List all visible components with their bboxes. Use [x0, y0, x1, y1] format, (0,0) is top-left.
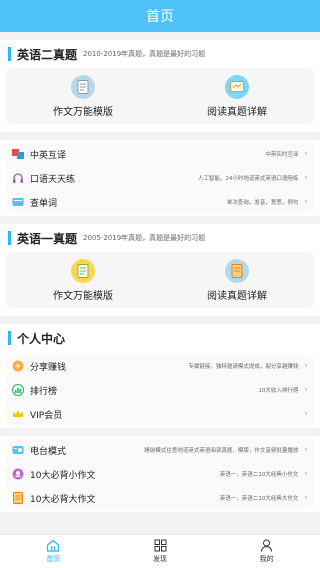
row-label: VIP会员: [30, 410, 63, 421]
reading-icon: [225, 74, 249, 99]
reading-icon: [225, 258, 249, 283]
section-en2-header: 英语二真题 2010-2019年真题，真题是最好的习题: [0, 40, 320, 68]
row-label: 10大必背大作文: [30, 494, 96, 505]
list-item-ranking[interactable]: 排行榜 10大收入排行榜 ›: [6, 378, 314, 402]
card-label: 作文万能模版: [53, 290, 113, 302]
row-desc: 人工智能，24小时地道英式英语口语陪练: [197, 176, 299, 182]
dictionary-icon: [12, 196, 24, 208]
list-item-big-essay[interactable]: 10大必背大作文 英语一，英语二10大经典大作文 ›: [6, 486, 314, 510]
chevron-right-icon: ›: [304, 197, 308, 207]
extras-list: 电台模式 睡前模式住意地道英式英语阅读真题，模版，作文音频批量播放 › 10大必…: [0, 436, 320, 512]
section-en2-subtitle: 2010-2019年真题，真题是最好的习题: [83, 50, 206, 58]
card-en2-essay-template[interactable]: 作文万能模版: [6, 68, 160, 124]
small-essay-icon: [12, 468, 24, 480]
tab-mine[interactable]: 我的: [213, 535, 320, 568]
radio-icon: [12, 444, 24, 456]
row-desc: 英语一，英语二10大经典小作文: [219, 472, 299, 478]
row-desc: 中英实时互译: [265, 152, 299, 158]
chevron-right-icon: ›: [304, 493, 308, 503]
card-en2-reading[interactable]: 阅读真题详解: [160, 68, 314, 124]
bottom-tab-bar: 首页 发现 我的: [0, 534, 320, 568]
list-item-translate[interactable]: 中英互译 中英实时互译 ›: [6, 142, 314, 166]
ranking-icon: [12, 384, 24, 396]
grid-icon: [154, 539, 166, 552]
section-accent-bar: [8, 47, 11, 61]
list-item-small-essay[interactable]: 10大必背小作文 英语一，英语二10大经典小作文 ›: [6, 462, 314, 486]
chevron-right-icon: ›: [304, 361, 308, 371]
tab-label: 首页: [46, 555, 61, 563]
big-essay-icon: [12, 492, 24, 504]
section-en1-subtitle: 2005-2019年真题，真题是最好的习题: [83, 234, 206, 242]
card-label: 作文万能模版: [53, 106, 113, 118]
tab-home[interactable]: 首页: [0, 535, 107, 568]
list-item-speaking[interactable]: 口语天天练 人工智能，24小时地道英式英语口语陪练 ›: [6, 166, 314, 190]
tab-discover[interactable]: 发现: [107, 535, 214, 568]
chevron-right-icon: ›: [304, 445, 308, 455]
tab-label: 我的: [259, 555, 274, 563]
header-bar: 首页: [0, 0, 320, 32]
row-label: 10大必背小作文: [30, 470, 96, 481]
user-icon: [261, 539, 273, 552]
card-label: 阅读真题详解: [207, 106, 267, 118]
tools-list: 中英互译 中英实时互译 › 口语天天练 人工智能，24小时地道英式英语口语陪练 …: [0, 140, 320, 216]
row-label: 中英互译: [30, 150, 67, 161]
row-label: 排行榜: [30, 386, 58, 397]
section-accent-bar: [8, 231, 11, 245]
section-accent-bar: [8, 331, 11, 345]
svg-text:¥: ¥: [16, 363, 21, 371]
row-label: 电台模式: [30, 446, 67, 457]
tab-label: 发现: [153, 555, 167, 563]
home-icon: [47, 539, 60, 552]
chevron-right-icon: ›: [304, 385, 308, 395]
list-item-share-earn[interactable]: ¥ 分享赚钱 专属链接，独特邀请模式提成，裂分享越赚钱 ›: [6, 354, 314, 378]
list-item-radio-mode[interactable]: 电台模式 睡前模式住意地道英式英语阅读真题，模版，作文音频批量播放 ›: [6, 438, 314, 462]
coin-icon: ¥: [12, 360, 24, 372]
row-desc: 英语一，英语二10大经典大作文: [219, 496, 299, 502]
section-en2-title: 英语二真题: [17, 47, 78, 62]
page-title: 首页: [146, 9, 174, 25]
card-en1-reading[interactable]: 阅读真题详解: [160, 252, 314, 308]
personal-list: ¥ 分享赚钱 专属链接，独特邀请模式提成，裂分享越赚钱 › 排行榜 10大收入排…: [0, 352, 320, 428]
row-desc: 睡前模式住意地道英式英语阅读真题，模版，作文音频批量播放: [144, 448, 299, 454]
card-en1-essay-template[interactable]: 作文万能模版: [6, 252, 160, 308]
row-desc: 单次查询，发音，意思，例句: [226, 200, 299, 206]
section-en1-cards: 作文万能模版 阅读真题详解: [0, 252, 320, 316]
chevron-right-icon: ›: [304, 149, 308, 159]
translate-icon: [12, 148, 24, 160]
chevron-right-icon: ›: [304, 469, 308, 479]
section-en2-cards: 作文万能模版 阅读真题详解: [0, 68, 320, 132]
personal-header: 个人中心: [0, 324, 320, 352]
card-label: 阅读真题详解: [207, 290, 267, 302]
row-label: 口语天天练: [30, 174, 76, 185]
row-desc: 10大收入排行榜: [258, 388, 299, 394]
document-icon: [71, 258, 95, 283]
headphones-icon: [12, 172, 24, 184]
crown-icon: [12, 408, 24, 420]
section-en1-title: 英语一真题: [17, 231, 78, 246]
row-label: 查单词: [30, 198, 58, 209]
personal-title: 个人中心: [17, 331, 66, 346]
row-label: 分享赚钱: [30, 362, 67, 373]
chevron-right-icon: ›: [304, 173, 308, 183]
document-icon: [71, 74, 95, 99]
list-item-dictionary[interactable]: 查单词 单次查询，发音，意思，例句 ›: [6, 190, 314, 214]
chevron-right-icon: ›: [304, 409, 308, 419]
section-en1-header: 英语一真题 2005-2019年真题，真题是最好的习题: [0, 224, 320, 252]
list-item-vip[interactable]: VIP会员 ›: [6, 402, 314, 426]
row-desc: 专属链接，独特邀请模式提成，裂分享越赚钱: [188, 364, 299, 370]
